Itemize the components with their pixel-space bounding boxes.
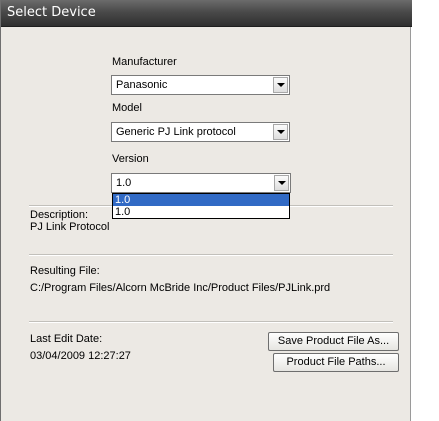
- model-select[interactable]: Generic PJ Link protocol: [111, 122, 290, 142]
- window-title: Select Device: [7, 5, 96, 20]
- last-edit-label: Last Edit Date:: [30, 333, 103, 345]
- manufacturer-value: Panasonic: [116, 79, 168, 91]
- version-option[interactable]: 1.0: [113, 194, 289, 206]
- manufacturer-label: Manufacturer: [112, 56, 177, 68]
- version-value: 1.0: [116, 177, 132, 189]
- separator: [29, 254, 393, 256]
- manufacturer-select[interactable]: Panasonic: [111, 75, 290, 95]
- product-file-paths-button[interactable]: Product File Paths...: [273, 353, 399, 372]
- version-option[interactable]: 1.0: [113, 206, 289, 218]
- version-select[interactable]: 1.0: [111, 173, 291, 193]
- select-device-window: Select Device Manufacturer Panasonic Mod…: [0, 0, 412, 421]
- resulting-file-label: Resulting File:: [30, 265, 100, 277]
- model-value: Generic PJ Link protocol: [116, 126, 236, 138]
- description-label: Description:: [30, 209, 89, 221]
- chevron-down-icon[interactable]: [274, 175, 289, 191]
- chevron-down-icon[interactable]: [273, 77, 288, 93]
- model-label: Model: [112, 102, 142, 114]
- separator: [29, 321, 393, 323]
- last-edit-value: 03/04/2009 12:27:27: [30, 350, 131, 362]
- title-bar[interactable]: Select Device: [1, 0, 412, 27]
- version-dropdown-list: 1.0 1.0: [112, 193, 290, 219]
- version-label: Version: [112, 153, 149, 165]
- description-value: PJ Link Protocol: [30, 221, 110, 233]
- resulting-file-path: C:/Program Files/Alcorn McBride Inc/Prod…: [30, 282, 331, 294]
- chevron-down-icon[interactable]: [273, 124, 288, 140]
- save-product-file-as-button[interactable]: Save Product File As...: [268, 332, 399, 351]
